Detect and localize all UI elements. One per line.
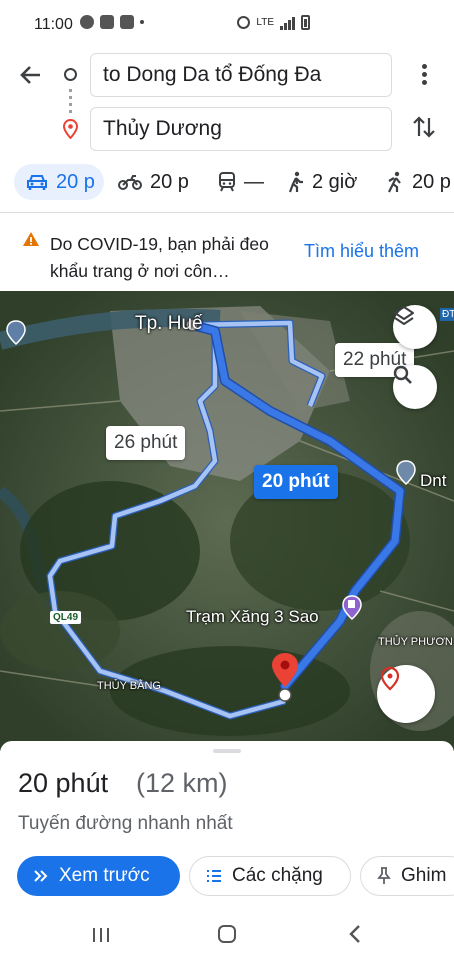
media-icon [100,15,114,29]
mode-transit[interactable]: — [218,164,264,200]
system-icons: LTE [237,15,310,30]
signal-icon [280,16,295,30]
car-icon [27,175,47,190]
drag-handle[interactable] [213,749,241,753]
motorbike-icon [118,175,142,190]
recent-apps-icon[interactable] [92,926,110,949]
notification-icons [80,15,144,29]
mode-transit-label: — [244,170,264,193]
list-icon [207,870,221,882]
route-duration-alt2[interactable]: 26 phút [106,426,186,460]
map-label-thuy-bang: THỦY BẰNG [97,680,161,692]
warning-icon [22,231,40,252]
destination-pin-icon [62,118,79,144]
ride-icon [388,171,401,193]
gallery-icon [120,15,134,29]
status-time: 11:00 [34,16,73,33]
location-icon [380,666,400,691]
map-label-road-ql49: QL49 [50,611,82,624]
learn-more-link[interactable]: Tìm hiểu thêm [304,241,419,262]
mode-walk[interactable]: 2 giờ [288,164,357,200]
more-options-icon[interactable] [418,62,430,88]
mode-ride-label: 20 p [412,170,451,193]
messenger-icon [80,15,94,29]
steps-label: Các chặng [232,865,323,886]
map-label-thuy-phuong: THỦY PHƯƠN [378,636,453,648]
route-summary-sheet[interactable]: 20 phút (12 km) Tuyến đường nhanh nhất X… [0,741,454,906]
steps-button[interactable]: Các chặng [189,856,351,896]
layers-icon [394,306,414,325]
mode-drive-label: 20 p [56,170,95,193]
mode-motorbike[interactable]: 20 p [118,164,189,200]
mode-walk-label: 2 giờ [312,170,358,193]
origin-dot-icon [64,68,77,81]
network-type: LTE [256,17,274,28]
route-duration-main[interactable]: 20 phút [254,465,338,499]
travel-modes: 20 p 20 p — 2 giờ 20 p [0,160,454,206]
back-nav-icon[interactable] [348,924,362,949]
dot-icon [140,20,144,24]
pin-button[interactable]: Ghim [360,856,454,896]
transit-icon [219,172,235,192]
preview-button[interactable]: Xem trước [17,856,180,896]
route-time: 20 phút [18,768,109,798]
destination-input[interactable]: Thủy Dương [90,107,392,151]
mode-ride[interactable]: 20 p [386,164,451,200]
route-distance: (12 km) [136,768,228,798]
route-dots-icon [69,89,72,113]
covid-banner: Do COVID-19, bạn phải đeo khẩu trang ở n… [0,213,454,291]
swap-icon[interactable] [412,114,436,145]
mode-drive[interactable]: 20 p [14,164,104,200]
search-along-route-button[interactable] [393,365,437,409]
preview-label: Xem trước [59,865,150,886]
battery-icon [301,15,310,30]
system-nav-bar [0,906,454,960]
map-label-gas-station[interactable]: Trạm Xăng 3 Sao [186,607,319,627]
layers-button[interactable] [393,305,437,349]
pin-label: Ghim [401,865,447,886]
walk-icon [288,171,303,193]
my-location-button[interactable] [377,665,435,723]
banner-message: Do COVID-19, bạn phải đeo khẩu trang ở n… [50,234,269,281]
map-label-place[interactable]: Dnt [420,471,446,491]
pin-icon [377,867,391,884]
double-chevron-icon [34,870,48,882]
map-label-city: Tp. Huế [135,313,203,334]
status-bar: 11:00 LTE [0,0,454,50]
map-view[interactable]: Tp. Huế ĐT1 Dnt Trạm Xăng 3 Sao THỦY PHƯ… [0,291,454,751]
origin-input[interactable]: to Dong Da tổ Đống Đa [90,53,392,97]
mode-motorbike-label: 20 p [150,170,189,193]
map-label-road-dt: ĐT1 [440,308,454,321]
search-icon [393,365,412,384]
route-description: Tuyến đường nhanh nhất [18,813,233,834]
home-icon[interactable] [218,925,236,943]
back-arrow-icon[interactable] [18,62,44,88]
alarm-icon [237,16,251,29]
